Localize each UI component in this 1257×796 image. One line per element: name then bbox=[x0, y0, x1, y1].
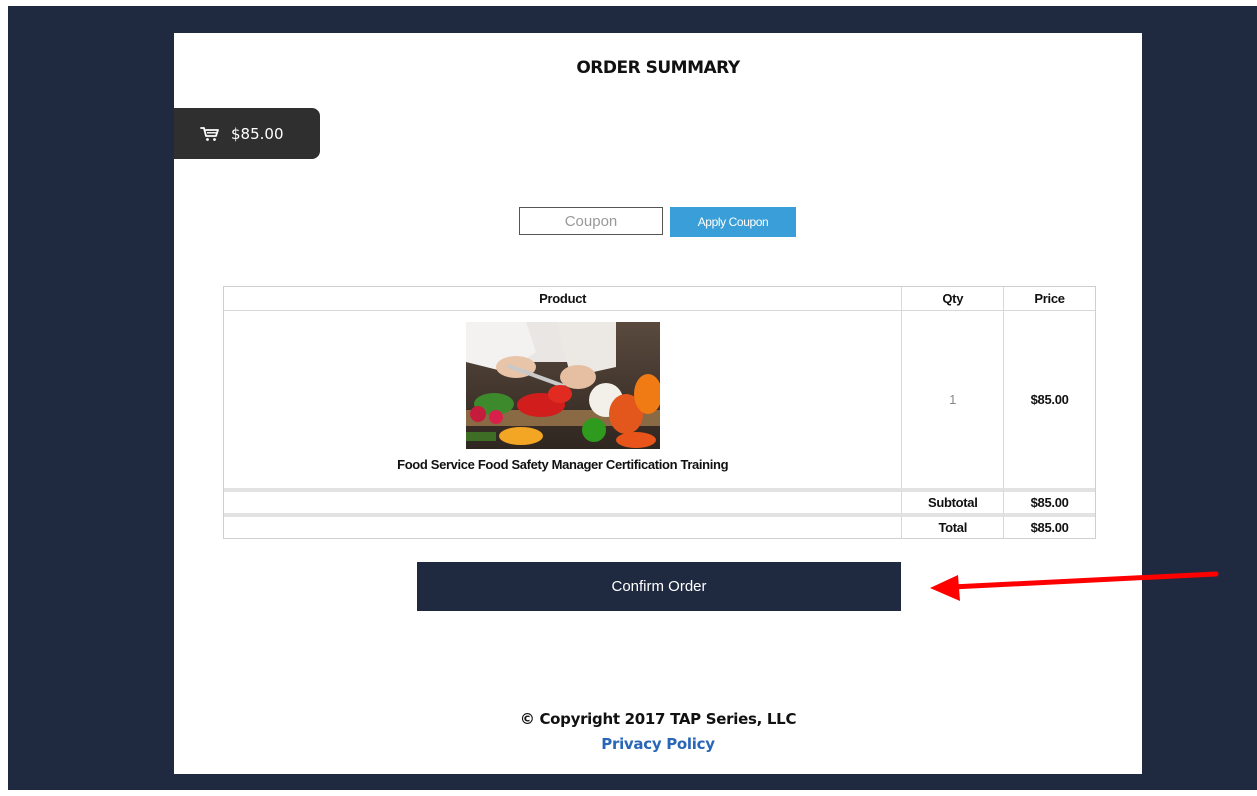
product-image bbox=[465, 322, 660, 449]
table-row: Food Service Food Safety Manager Certifi… bbox=[224, 311, 1095, 488]
header-price: Price bbox=[1003, 287, 1095, 311]
product-name: Food Service Food Safety Manager Certifi… bbox=[397, 457, 729, 472]
apply-coupon-button[interactable]: Apply Coupon bbox=[670, 207, 796, 237]
copyright-text: © Copyright 2017 TAP Series, LLC bbox=[519, 710, 797, 728]
header-qty: Qty bbox=[901, 287, 1004, 311]
coupon-input[interactable] bbox=[519, 207, 663, 235]
total-label: Total bbox=[901, 513, 1004, 538]
confirm-order-button[interactable]: Confirm Order bbox=[417, 562, 901, 611]
cart-total: $85.00 bbox=[231, 124, 284, 143]
header-product: Product bbox=[224, 287, 902, 311]
privacy-policy-link[interactable]: Privacy Policy bbox=[174, 735, 1142, 753]
total-spacer bbox=[224, 513, 902, 538]
order-table: Product Qty Price Food Service Food Safe… bbox=[223, 286, 1096, 539]
total-value: $85.00 bbox=[1003, 513, 1095, 538]
subtotal-label: Subtotal bbox=[901, 488, 1004, 513]
subtotal-spacer bbox=[224, 488, 902, 513]
table-header-row: Product Qty Price bbox=[224, 287, 1095, 311]
quantity-value: 1 bbox=[949, 392, 957, 407]
price-cell: $85.00 bbox=[1003, 311, 1095, 488]
cart-icon bbox=[200, 126, 219, 141]
price-value: $85.00 bbox=[1030, 392, 1069, 407]
page-title: ORDER SUMMARY bbox=[576, 58, 740, 78]
qty-cell: 1 bbox=[901, 311, 1003, 488]
subtotal-value: $85.00 bbox=[1003, 488, 1095, 513]
red-arrow-annotation bbox=[930, 571, 1219, 601]
subtotal-row: Subtotal $85.00 bbox=[224, 488, 1095, 513]
product-cell: Food Service Food Safety Manager Certifi… bbox=[224, 311, 901, 488]
total-row: Total $85.00 bbox=[224, 513, 1095, 538]
cart-total-badge[interactable]: $85.00 bbox=[174, 108, 320, 159]
